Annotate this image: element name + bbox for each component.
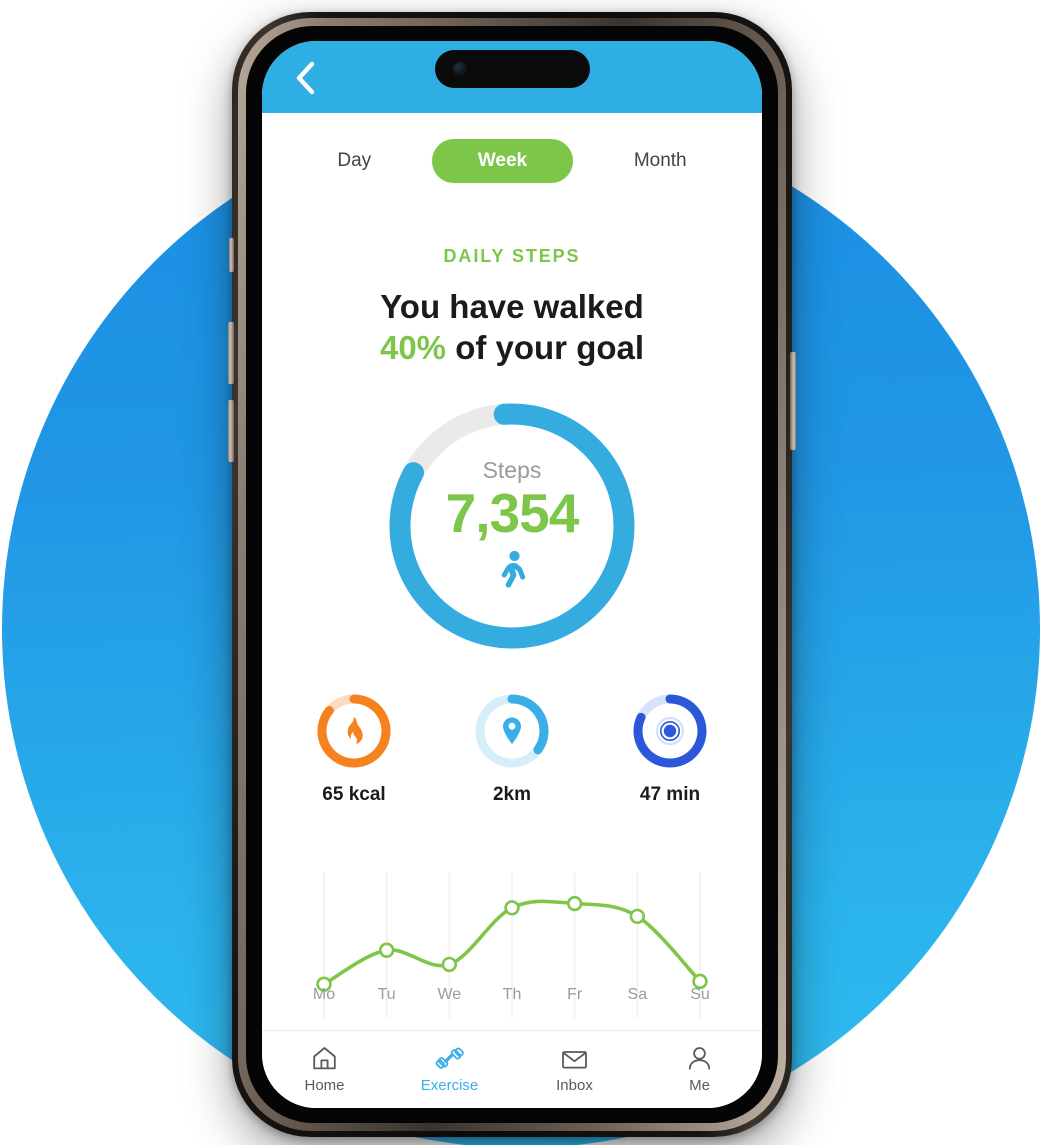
home-icon (313, 1047, 336, 1070)
dynamic-island-notch (435, 50, 590, 88)
nav-item-exercise[interactable]: Exercise (387, 1045, 512, 1094)
map-pin-icon (472, 691, 552, 771)
chart-x-label: Fr (567, 986, 583, 1003)
nav-item-inbox[interactable]: Inbox (512, 1045, 637, 1094)
back-chevron-icon (296, 61, 315, 95)
walking-person-icon (495, 550, 529, 595)
phone-volume-up-button[interactable] (228, 322, 234, 384)
nav-item-home[interactable]: Home (262, 1045, 387, 1094)
envelope-icon (562, 1051, 587, 1069)
screenshot-stage: Day Week Month DAILY STEPS You have walk… (0, 0, 1064, 1145)
steps-progress-ring: Steps 7,354 (384, 398, 640, 654)
dumbbell-icon (435, 1047, 464, 1069)
chart-x-label: We (437, 986, 462, 1003)
chart-x-axis-labels: Mo Tu We Th Fr Sa Su (262, 986, 762, 1016)
headline-line-2: 40% of your goal (262, 327, 762, 368)
nav-label-home: Home (304, 1077, 345, 1094)
phone-silent-switch[interactable] (229, 238, 234, 272)
calories-ring (314, 691, 394, 771)
chart-data-point[interactable] (378, 942, 395, 958)
distance-label: 2km (492, 784, 532, 805)
chart-data-point[interactable] (629, 908, 646, 924)
metrics-row: 65 kcal 2km 47 min (262, 691, 762, 806)
chart-data-point[interactable] (566, 895, 583, 912)
segment-week[interactable]: Week (431, 139, 574, 183)
chart-x-label: Mo (312, 986, 336, 1003)
flame-icon (314, 691, 394, 771)
nav-label-me: Me (689, 1077, 710, 1094)
distance-ring (472, 691, 552, 771)
bottom-navigation-bar: Home Exercise Inbox Me (262, 1030, 762, 1108)
duration-ring (630, 691, 710, 771)
chart-data-point[interactable] (441, 956, 458, 973)
headline-line-1: You have walked (380, 288, 644, 325)
segment-month[interactable]: Month (624, 146, 697, 176)
chart-x-label: Th (502, 986, 522, 1003)
back-button[interactable] (284, 57, 326, 99)
goal-percent-value: 40% (379, 329, 447, 367)
goal-percent-suffix: of your goal (446, 329, 645, 367)
metric-duration[interactable]: 47 min (630, 691, 710, 806)
nav-item-me[interactable]: Me (637, 1045, 762, 1094)
chart-x-label: Sa (627, 986, 648, 1003)
period-segmented-control[interactable]: Day Week Month (262, 131, 762, 191)
metric-distance[interactable]: 2km (472, 691, 552, 806)
phone-screen: Day Week Month DAILY STEPS You have walk… (262, 41, 762, 1108)
nav-label-inbox: Inbox (556, 1077, 593, 1094)
headline-text: You have walked 40% of your goal (262, 286, 762, 369)
steps-ring-center-content: Steps 7,354 (384, 398, 640, 654)
target-icon (630, 691, 710, 771)
chart-x-label: Su (690, 986, 710, 1003)
person-icon (688, 1047, 711, 1070)
phone-volume-down-button[interactable] (228, 400, 234, 462)
front-camera-icon (453, 62, 467, 76)
duration-label: 47 min (639, 784, 701, 805)
chart-data-point[interactable] (504, 900, 520, 916)
nav-label-exercise: Exercise (420, 1077, 479, 1094)
app-header-bar (262, 41, 762, 113)
chart-x-label: Tu (377, 986, 396, 1003)
steps-unit-label: Steps (482, 457, 542, 484)
steps-count-value: 7,354 (445, 482, 580, 545)
metric-calories[interactable]: 65 kcal (314, 691, 394, 806)
section-label: DAILY STEPS (443, 246, 581, 266)
calories-label: 65 kcal (322, 784, 386, 805)
phone-power-button[interactable] (790, 352, 796, 450)
segment-day[interactable]: Day (327, 146, 381, 176)
